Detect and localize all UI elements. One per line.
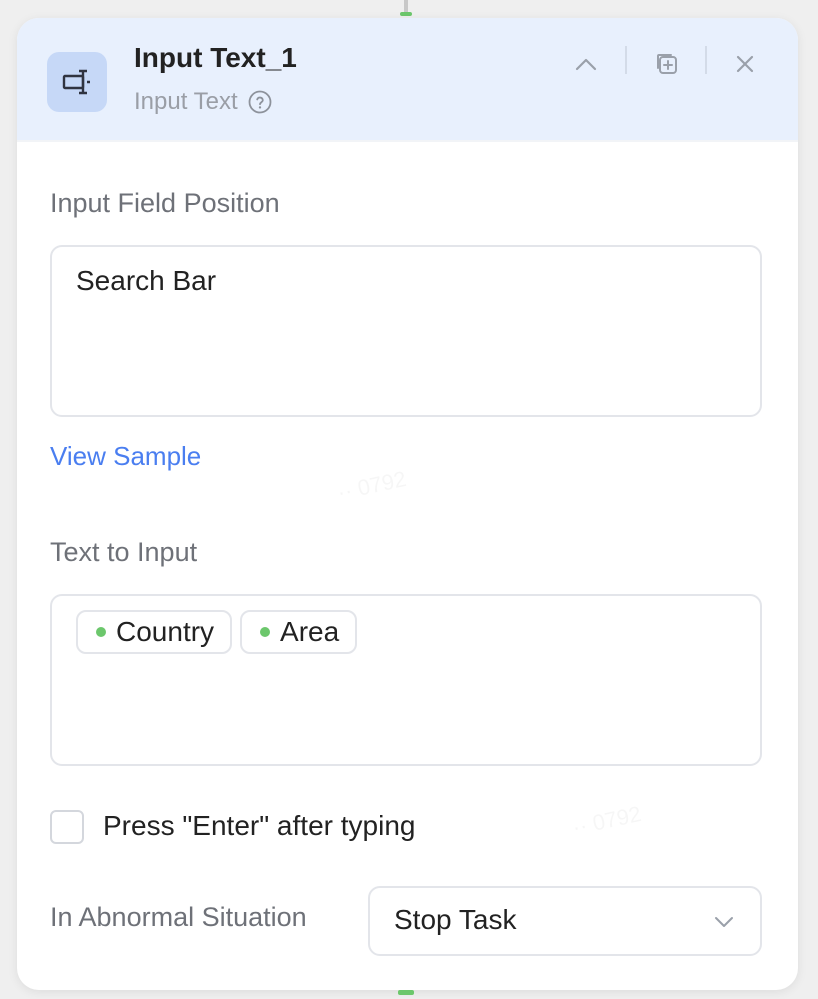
header-divider [625, 46, 627, 74]
input-field-position-field[interactable]: Search Bar [50, 245, 762, 417]
input-field-position-label: Input Field Position [50, 188, 280, 218]
connector-top [400, 0, 412, 16]
node-title: Input Text_1 [134, 42, 297, 73]
input-field-position-value: Search Bar [76, 265, 217, 296]
input-text-icon [47, 52, 107, 112]
text-to-input-field[interactable]: Country Area [50, 594, 762, 766]
variable-tags: Country Area [76, 610, 358, 654]
header-divider [705, 46, 707, 74]
press-enter-checkbox[interactable] [50, 810, 84, 844]
node-subtitle-row: Input Text [134, 88, 272, 116]
close-button[interactable] [723, 44, 767, 88]
watermark: ·· 0792 [570, 801, 644, 841]
duplicate-button[interactable] [645, 44, 689, 88]
abnormal-situation-select[interactable]: Stop Task [368, 886, 762, 956]
abnormal-situation-label: In Abnormal Situation [50, 902, 307, 932]
press-enter-label: Press "Enter" after typing [103, 810, 416, 841]
connector-bottom [398, 990, 414, 995]
panel-header: Input Text_1 Input Text [17, 18, 798, 142]
help-icon[interactable] [248, 90, 272, 114]
collapse-button[interactable] [564, 44, 608, 88]
copy-add-icon [654, 51, 680, 82]
close-icon [735, 54, 755, 79]
variable-tag[interactable]: Country [76, 610, 233, 654]
variable-tag-label: Area [280, 616, 340, 647]
variable-tag[interactable]: Area [240, 610, 358, 654]
variable-dot-icon [260, 627, 271, 637]
abnormal-situation-value: Stop Task [394, 904, 517, 935]
chevron-up-icon [574, 56, 598, 77]
chevron-down-icon [712, 910, 736, 934]
node-settings-panel: Input Text_1 Input Text Input Field Posi… [17, 18, 798, 990]
watermark: ·· 0792 [335, 466, 409, 506]
variable-dot-icon [96, 627, 106, 637]
text-to-input-label: Text to Input [50, 537, 198, 567]
node-subtitle: Input Text [134, 88, 238, 115]
view-sample-link[interactable]: View Sample [50, 441, 201, 472]
variable-tag-label: Country [116, 616, 215, 647]
